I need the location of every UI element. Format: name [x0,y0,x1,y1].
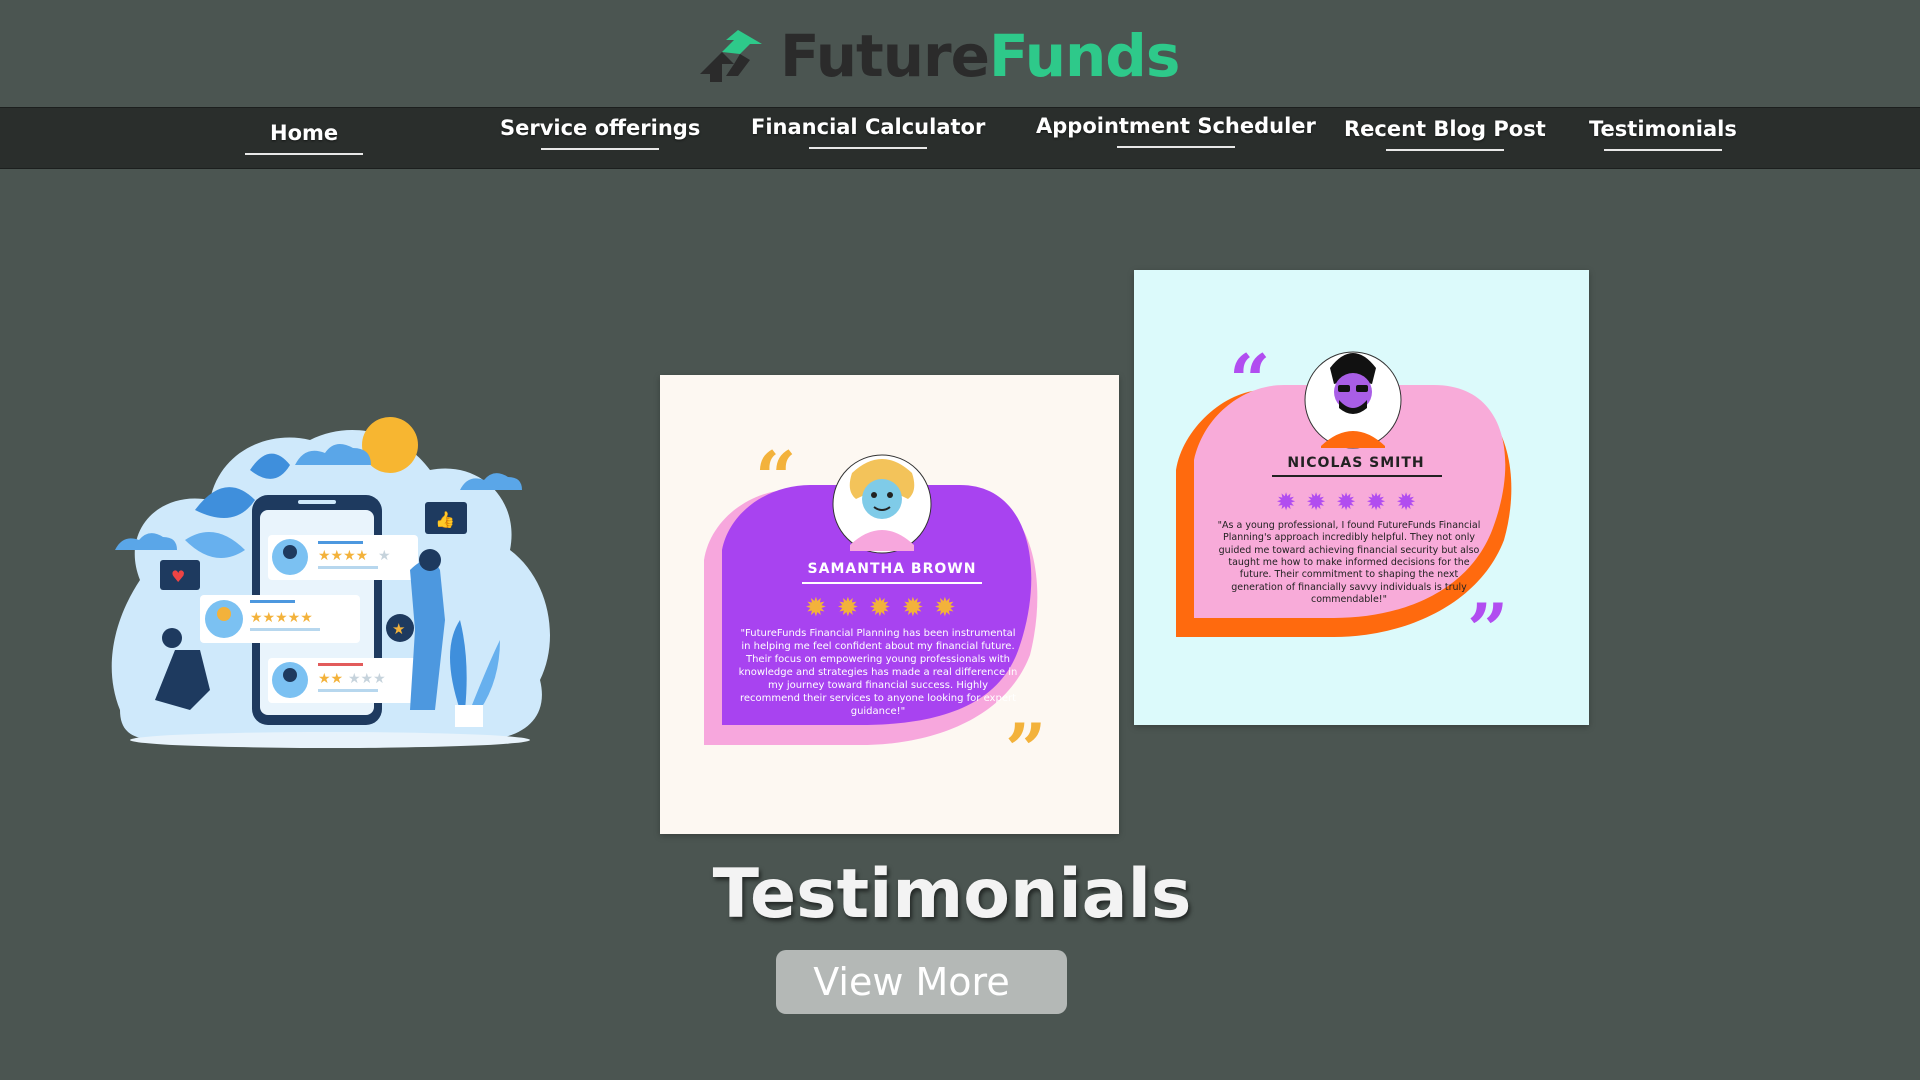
nav-item-recent-blog-post[interactable]: Recent Blog Post [1344,117,1546,151]
svg-text:✹: ✹ [1396,488,1416,516]
svg-text:✹: ✹ [1276,488,1296,516]
testimonial-bubble: “ ” ✹ ✹ ✹ ✹ ✹ [1176,338,1512,672]
svg-text:👍: 👍 [435,510,455,529]
svg-text:★: ★ [392,620,405,638]
testimonial-quote: "As a young professional, I found Future… [1217,520,1481,606]
section-title-text: Testimonials [712,855,1192,934]
svg-text:✹: ✹ [1366,488,1386,516]
logo-icon [700,30,762,82]
svg-text:✹: ✹ [934,593,956,623]
reviews-illustration: ★★★★ ★ ★★★★★ ★★ ★★★ ♥ 👍 ★ [111,417,550,748]
nav-item-label: Testimonials [1589,117,1737,141]
nav-item-label: Recent Blog Post [1344,117,1546,141]
svg-text:★★★: ★★★ [348,671,386,687]
testimonial-bubble: “ ” ✹ ✹ ✹ ✹ ✹ [704,435,1046,792]
svg-text:♥: ♥ [171,567,185,586]
nav-item-home[interactable]: Home [245,121,364,155]
nav-underline [541,148,660,150]
svg-text:✹: ✹ [902,593,924,623]
nav-underline [1603,149,1722,151]
svg-text:✹: ✹ [837,593,859,623]
nav-item-appointment-scheduler[interactable]: Appointment Scheduler [1036,114,1316,148]
svg-text:“: “ [755,435,796,520]
nav-item-testimonials[interactable]: Testimonials [1589,117,1737,151]
testimonial-name: SAMANTHA BROWN [807,561,977,577]
svg-text:★★: ★★ [318,671,343,687]
testimonial-quote: "FutureFunds Financial Planning has been… [738,628,1018,717]
testimonial-card-nicolas: “ ” ✹ ✹ ✹ ✹ ✹ NICOLAS SMITH "As a young … [1134,270,1589,725]
testimonial-name: NICOLAS SMITH [1287,455,1425,471]
nav-item-service-offerings[interactable]: Service offerings [500,116,700,150]
main-navbar: Home Service offerings Financial Calcula… [0,107,1920,169]
svg-text:✹: ✹ [1306,488,1326,516]
svg-text:★★★★: ★★★★ [318,548,368,564]
nav-item-financial-calculator[interactable]: Financial Calculator [751,115,985,149]
nav-underline [1116,146,1235,148]
nav-item-label: Home [270,121,339,145]
name-divider [1272,475,1442,477]
nav-item-label: Service offerings [500,116,701,140]
nav-underline [1385,149,1504,151]
testimonial-card-samantha: “ ” ✹ ✹ ✹ ✹ ✹ SAMANTHA BROWN "FutureFund… [660,375,1119,834]
svg-text:”: ” [1005,707,1046,792]
svg-text:★: ★ [378,548,391,564]
brand-logo[interactable]: FutureFunds [700,26,1180,86]
brand-name: FutureFunds [780,27,1180,85]
view-more-button[interactable]: View More [776,950,1067,1014]
brand-name-part1: Future [780,22,990,90]
section-title: Testimonials [0,855,1904,934]
svg-text:✹: ✹ [805,593,827,623]
nav-underline [809,147,928,149]
svg-text:“: “ [1229,338,1270,423]
brand-name-part2: Funds [988,22,1180,90]
svg-text:✹: ✹ [1336,488,1356,516]
nav-item-label: Financial Calculator [751,115,986,139]
svg-text:✹: ✹ [869,593,891,623]
nav-underline [245,153,364,155]
svg-text:★★★★★: ★★★★★ [250,610,313,626]
nav-item-label: Appointment Scheduler [1036,114,1316,138]
name-divider [802,582,982,584]
